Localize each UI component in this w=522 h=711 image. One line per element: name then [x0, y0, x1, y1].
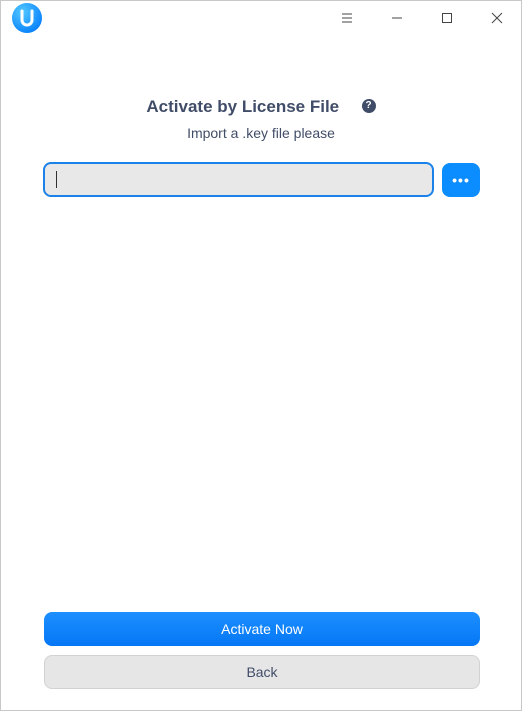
menu-button[interactable] — [322, 1, 372, 35]
browse-file-button[interactable]: ••• — [442, 163, 480, 197]
minimize-button[interactable] — [372, 1, 422, 35]
license-file-path-input[interactable] — [43, 162, 434, 197]
page-subtitle: Import a .key file please — [187, 125, 335, 141]
activate-now-button[interactable]: Activate Now — [44, 612, 480, 646]
back-button[interactable]: Back — [44, 655, 480, 689]
page-title: Activate by License File — [146, 97, 340, 116]
maximize-icon — [442, 13, 452, 23]
heading-row: Activate by License File ? — [1, 95, 521, 119]
close-icon — [491, 12, 503, 24]
close-button[interactable] — [472, 1, 522, 35]
maximize-button[interactable] — [422, 1, 472, 35]
app-logo-icon — [12, 3, 42, 33]
question-icon[interactable]: ? — [361, 99, 376, 113]
text-caret — [56, 171, 57, 188]
minimize-icon — [392, 17, 402, 19]
titlebar — [1, 1, 521, 35]
menu-icon — [342, 13, 352, 23]
more-icon: ••• — [452, 172, 470, 188]
license-activation-window: Activate by License File ? Import a .key… — [0, 0, 522, 711]
